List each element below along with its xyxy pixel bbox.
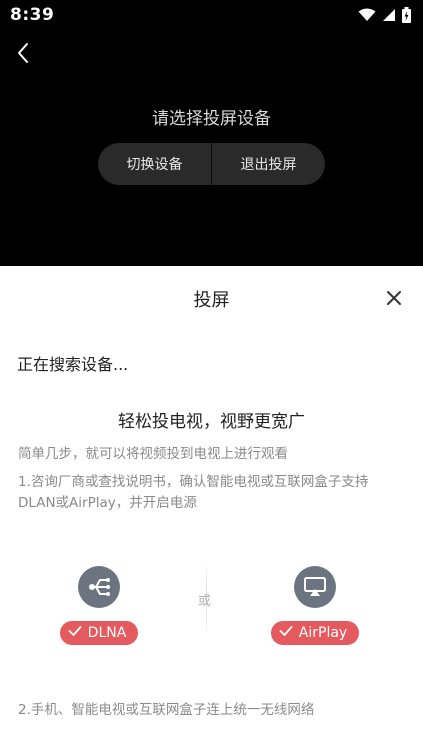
signal-icon xyxy=(382,8,396,22)
sheet-title: 投屏 xyxy=(193,290,230,311)
dlna-label: DLNA xyxy=(87,625,127,641)
battery-icon xyxy=(402,7,411,23)
switch-device-button[interactable]: 切换设备 xyxy=(98,143,211,185)
searching-status: 正在搜索设备... xyxy=(17,355,129,374)
cast-button-group: 切换设备 退出投屏 xyxy=(98,143,325,185)
dlna-share-icon xyxy=(78,566,120,608)
dlna-option: DLNA xyxy=(49,566,149,645)
check-icon xyxy=(68,625,82,641)
dlna-badge: DLNA xyxy=(59,621,139,645)
airplay-option: AirPlay xyxy=(265,566,365,645)
wifi-icon xyxy=(358,8,376,22)
step-1-text: 1.咨询厂商或查找说明书，确认智能电视或互联网盒子支持DLAN或AirPlay，… xyxy=(18,474,369,511)
status-icons xyxy=(358,7,411,23)
cast-headline: 轻松投电视，视野更宽广 xyxy=(118,412,305,432)
cast-sheet: 投屏 正在搜索设备... 轻松投电视，视野更宽广 简单几步，就可以将视频投到电视… xyxy=(0,266,423,752)
step-2-text: 2.手机、智能电视或互联网盒子连上统一无线网络 xyxy=(18,702,315,718)
status-time: 8:39 xyxy=(10,5,55,25)
airplay-label: AirPlay xyxy=(298,625,348,641)
or-text: 或 xyxy=(198,594,212,609)
status-bar: 8:39 xyxy=(0,0,423,30)
cast-prompt: 请选择投屏设备 xyxy=(152,109,271,129)
back-arrow-icon xyxy=(16,42,30,68)
back-button[interactable] xyxy=(10,42,36,68)
airplay-icon xyxy=(294,566,336,608)
close-button[interactable] xyxy=(385,289,403,307)
exit-cast-button[interactable]: 退出投屏 xyxy=(212,143,325,185)
cast-subline: 简单几步，就可以将视频投到电视上进行观看 xyxy=(18,446,288,462)
close-icon xyxy=(385,291,403,311)
check-icon xyxy=(279,625,293,641)
airplay-badge: AirPlay xyxy=(270,621,360,645)
